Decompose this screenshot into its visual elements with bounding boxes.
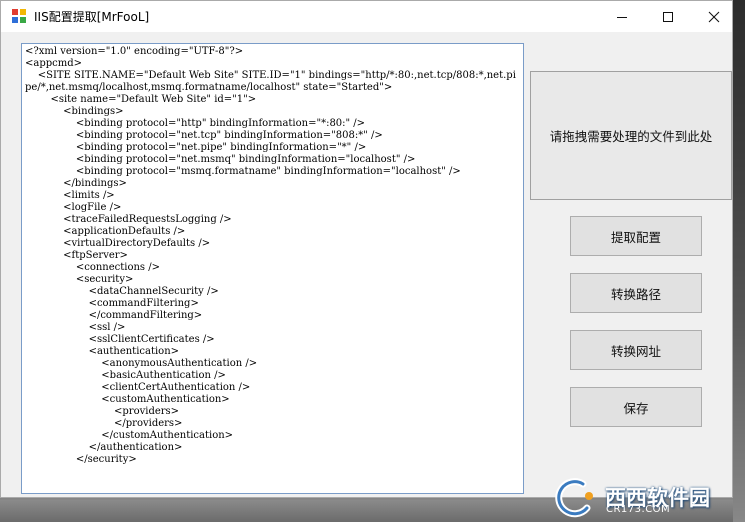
minimize-icon bbox=[617, 16, 627, 18]
save-label: 保存 bbox=[623, 400, 649, 416]
convert-path-label: 转换路径 bbox=[610, 286, 661, 302]
drop-zone-label: 请拖拽需要处理的文件到此处 bbox=[549, 129, 713, 144]
window-title: IIS配置提取[MrFooL] bbox=[34, 10, 150, 24]
maximize-button[interactable] bbox=[645, 1, 691, 32]
convert-path-button[interactable]: 转换路径 bbox=[570, 273, 702, 313]
extract-config-button[interactable]: 提取配置 bbox=[570, 216, 702, 256]
maximize-icon bbox=[663, 11, 673, 22]
xml-content: <?xml version="1.0" encoding="UTF-8"?> <… bbox=[25, 46, 516, 465]
close-icon bbox=[708, 11, 720, 22]
minimize-button[interactable] bbox=[599, 1, 645, 32]
xml-text-area[interactable]: <?xml version="1.0" encoding="UTF-8"?> <… bbox=[21, 43, 524, 494]
watermark-domain: CR173.COM bbox=[606, 504, 671, 515]
close-button[interactable] bbox=[691, 1, 737, 32]
watermark-logo-icon bbox=[555, 477, 593, 517]
extract-config-label: 提取配置 bbox=[610, 229, 661, 245]
file-drop-zone[interactable]: 请拖拽需要处理的文件到此处 bbox=[530, 71, 732, 200]
desktop-background-edge bbox=[733, 0, 745, 522]
app-icon bbox=[12, 9, 26, 23]
convert-url-button[interactable]: 转换网址 bbox=[570, 330, 702, 370]
title-bar[interactable]: IIS配置提取[MrFooL] bbox=[1, 1, 732, 32]
convert-url-label: 转换网址 bbox=[610, 343, 661, 359]
save-button[interactable]: 保存 bbox=[570, 387, 702, 427]
app-window: IIS配置提取[MrFooL] <?xml version="1.0" enco… bbox=[0, 0, 733, 498]
